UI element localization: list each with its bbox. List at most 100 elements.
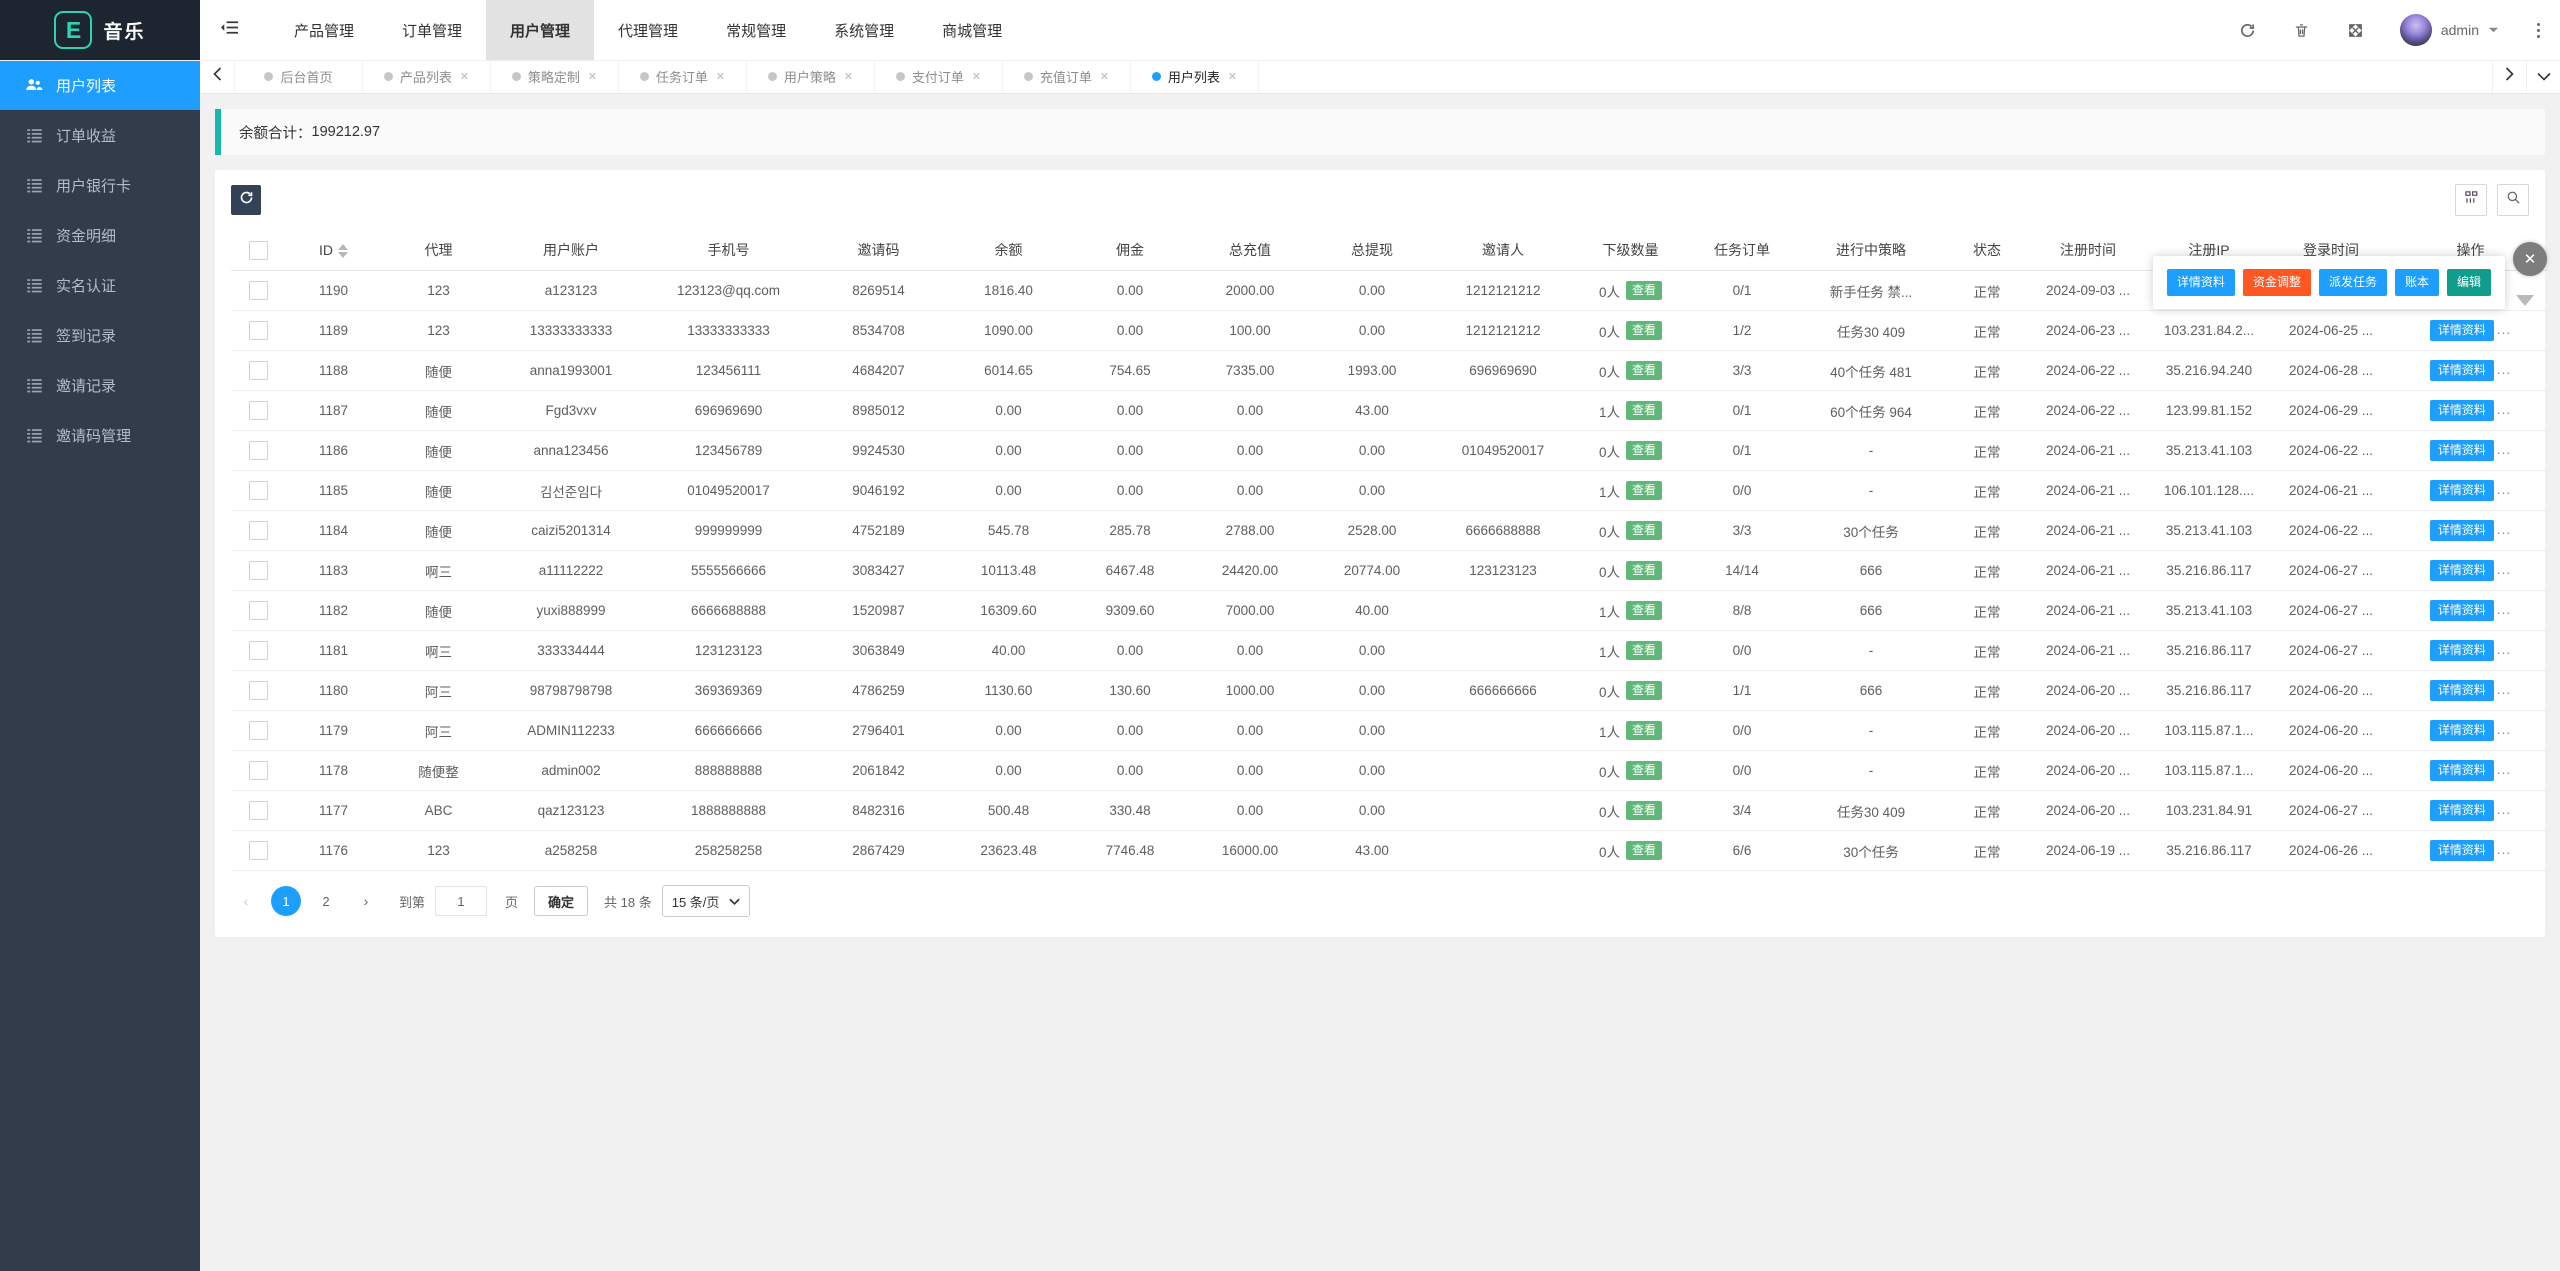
row-checkbox[interactable] bbox=[249, 401, 268, 420]
page-size-select[interactable]: 15 条/页 bbox=[662, 885, 751, 917]
tab-2[interactable]: 策略定制✕ bbox=[491, 60, 619, 93]
more-actions[interactable]: ... bbox=[2497, 402, 2511, 417]
close-icon[interactable]: ✕ bbox=[588, 70, 597, 83]
nav-item-3[interactable]: 代理管理 bbox=[594, 0, 702, 60]
close-icon[interactable]: ✕ bbox=[2513, 242, 2547, 276]
more-actions[interactable]: ... bbox=[2497, 602, 2511, 617]
fullscreen-icon[interactable] bbox=[2346, 20, 2366, 40]
row-checkbox[interactable] bbox=[249, 521, 268, 540]
nav-item-4[interactable]: 常规管理 bbox=[702, 0, 810, 60]
row-checkbox[interactable] bbox=[249, 681, 268, 700]
nav-item-2[interactable]: 用户管理 bbox=[486, 0, 594, 60]
detail-button[interactable]: 详情资料 bbox=[2430, 760, 2494, 781]
row-checkbox[interactable] bbox=[249, 641, 268, 660]
sidebar-item-1[interactable]: 订单收益 bbox=[0, 110, 200, 160]
detail-button[interactable]: 详情资料 bbox=[2430, 400, 2494, 421]
sidebar-item-0[interactable]: 用户列表 bbox=[0, 60, 200, 110]
columns-toggle-button[interactable] bbox=[2455, 184, 2487, 216]
close-icon[interactable]: ✕ bbox=[1100, 70, 1109, 83]
tab-5[interactable]: 支付订单✕ bbox=[875, 60, 1003, 93]
kebab-icon[interactable] bbox=[2533, 23, 2544, 38]
more-actions[interactable]: ... bbox=[2497, 842, 2511, 857]
tabs-scroll-right-button[interactable] bbox=[2492, 60, 2526, 93]
tab-0[interactable]: 后台首页 bbox=[235, 60, 363, 93]
detail-button[interactable]: 详情资料 bbox=[2430, 480, 2494, 501]
detail-button[interactable]: 详情资料 bbox=[2430, 680, 2494, 701]
detail-button[interactable]: 详情资料 bbox=[2430, 600, 2494, 621]
column-header-3[interactable]: 手机号 bbox=[646, 230, 811, 271]
tab-4[interactable]: 用户策略✕ bbox=[747, 60, 875, 93]
prev-page-button[interactable]: ‹ bbox=[231, 886, 261, 916]
close-icon[interactable]: ✕ bbox=[460, 70, 469, 83]
row-checkbox[interactable] bbox=[249, 721, 268, 740]
table-refresh-button[interactable] bbox=[231, 185, 261, 215]
tab-6[interactable]: 充值订单✕ bbox=[1003, 60, 1131, 93]
view-subordinates-button[interactable]: 查看 bbox=[1626, 841, 1662, 860]
column-header-1[interactable]: 代理 bbox=[381, 230, 496, 271]
sidebar-item-5[interactable]: 签到记录 bbox=[0, 310, 200, 360]
sort-icon[interactable] bbox=[338, 244, 348, 258]
more-actions[interactable]: ... bbox=[2497, 802, 2511, 817]
tab-7[interactable]: 用户列表✕ bbox=[1131, 60, 1259, 93]
view-subordinates-button[interactable]: 查看 bbox=[1626, 721, 1662, 740]
row-checkbox[interactable] bbox=[249, 441, 268, 460]
collapse-sidebar-button[interactable] bbox=[200, 0, 258, 60]
tab-3[interactable]: 任务订单✕ bbox=[619, 60, 747, 93]
view-subordinates-button[interactable]: 查看 bbox=[1626, 761, 1662, 780]
nav-item-0[interactable]: 产品管理 bbox=[270, 0, 378, 60]
row-checkbox[interactable] bbox=[249, 761, 268, 780]
sidebar-item-2[interactable]: 用户银行卡 bbox=[0, 160, 200, 210]
sidebar-item-6[interactable]: 邀请记录 bbox=[0, 360, 200, 410]
sidebar-item-7[interactable]: 邀请码管理 bbox=[0, 410, 200, 460]
search-toggle-button[interactable] bbox=[2497, 184, 2529, 216]
popup-button-1[interactable]: 资金调整 bbox=[2243, 269, 2311, 296]
sidebar-item-4[interactable]: 实名认证 bbox=[0, 260, 200, 310]
column-header-0[interactable]: ID bbox=[286, 230, 381, 271]
detail-button[interactable]: 详情资料 bbox=[2430, 840, 2494, 861]
more-actions[interactable]: ... bbox=[2497, 522, 2511, 537]
user-menu[interactable]: admin bbox=[2400, 14, 2499, 46]
row-checkbox[interactable] bbox=[249, 841, 268, 860]
more-actions[interactable]: ... bbox=[2497, 722, 2511, 737]
more-actions[interactable]: ... bbox=[2497, 442, 2511, 457]
tabs-scroll-left-button[interactable] bbox=[200, 60, 235, 93]
close-icon[interactable]: ✕ bbox=[972, 70, 981, 83]
detail-button[interactable]: 详情资料 bbox=[2430, 520, 2494, 541]
tab-1[interactable]: 产品列表✕ bbox=[363, 60, 491, 93]
nav-item-5[interactable]: 系统管理 bbox=[810, 0, 918, 60]
detail-button[interactable]: 详情资料 bbox=[2430, 440, 2494, 461]
column-header-10[interactable]: 下级数量 bbox=[1573, 230, 1688, 271]
more-actions[interactable]: ... bbox=[2497, 482, 2511, 497]
view-subordinates-button[interactable]: 查看 bbox=[1626, 281, 1662, 300]
column-header-11[interactable]: 任务订单 bbox=[1688, 230, 1796, 271]
detail-button[interactable]: 详情资料 bbox=[2430, 800, 2494, 821]
row-checkbox[interactable] bbox=[249, 481, 268, 500]
view-subordinates-button[interactable]: 查看 bbox=[1626, 801, 1662, 820]
page-number-1[interactable]: 1 bbox=[271, 886, 301, 916]
column-header-14[interactable]: 注册时间 bbox=[2028, 230, 2148, 271]
row-checkbox[interactable] bbox=[249, 281, 268, 300]
detail-button[interactable]: 详情资料 bbox=[2430, 720, 2494, 741]
page-number-2[interactable]: 2 bbox=[311, 886, 341, 916]
next-page-button[interactable]: › bbox=[351, 886, 381, 916]
view-subordinates-button[interactable]: 查看 bbox=[1626, 561, 1662, 580]
detail-button[interactable]: 详情资料 bbox=[2430, 640, 2494, 661]
more-actions[interactable]: ... bbox=[2497, 682, 2511, 697]
jump-page-input[interactable] bbox=[435, 886, 487, 916]
more-actions[interactable]: ... bbox=[2497, 762, 2511, 777]
column-header-5[interactable]: 余额 bbox=[946, 230, 1071, 271]
popup-caret-icon[interactable] bbox=[2516, 295, 2534, 306]
column-header-4[interactable]: 邀请码 bbox=[811, 230, 946, 271]
popup-button-2[interactable]: 派发任务 bbox=[2319, 269, 2387, 296]
close-icon[interactable]: ✕ bbox=[1228, 70, 1237, 83]
detail-button[interactable]: 详情资料 bbox=[2430, 320, 2494, 341]
row-checkbox[interactable] bbox=[249, 321, 268, 340]
view-subordinates-button[interactable]: 查看 bbox=[1626, 441, 1662, 460]
more-actions[interactable]: ... bbox=[2497, 642, 2511, 657]
detail-button[interactable]: 详情资料 bbox=[2430, 360, 2494, 381]
view-subordinates-button[interactable]: 查看 bbox=[1626, 361, 1662, 380]
more-actions[interactable]: ... bbox=[2497, 362, 2511, 377]
more-actions[interactable]: ... bbox=[2497, 322, 2511, 337]
view-subordinates-button[interactable]: 查看 bbox=[1626, 641, 1662, 660]
nav-item-1[interactable]: 订单管理 bbox=[378, 0, 486, 60]
